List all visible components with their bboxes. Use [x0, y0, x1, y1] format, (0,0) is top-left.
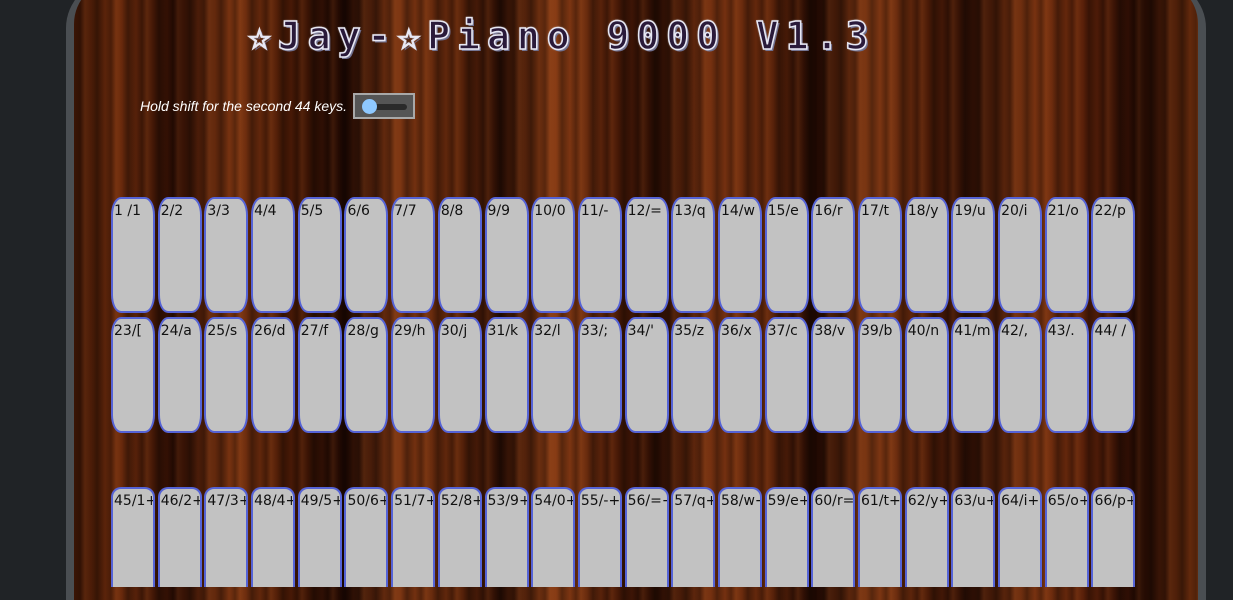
piano-key[interactable]: 2/2 [157, 197, 202, 313]
piano-key[interactable]: 65/o+ [1044, 487, 1089, 587]
piano-key[interactable]: 24/a [157, 317, 202, 433]
piano-key[interactable]: 66/p+ [1091, 487, 1136, 587]
piano-key[interactable]: 1 /1 [111, 197, 155, 313]
piano-key[interactable]: 7/7 [391, 197, 436, 313]
key-row-3: 45/1+ 46/2+ 47/3+ 48/4+ 49/5+ 50/6+ 51/7+ 52/8+… [111, 487, 1136, 587]
piano-key[interactable]: 20/i [998, 197, 1043, 313]
piano-key[interactable]: 33/; [577, 317, 622, 433]
piano-key[interactable]: 5/5 [297, 197, 342, 313]
piano-key[interactable]: 37/c [764, 317, 809, 433]
piano-key[interactable]: 30/j [437, 317, 482, 433]
piano-key[interactable]: 27/f [297, 317, 342, 433]
piano-key[interactable]: 58/w+ [717, 487, 762, 587]
piano-key[interactable]: 34/' [624, 317, 669, 433]
piano-key[interactable]: 61/t+ [858, 487, 902, 587]
piano-key[interactable]: 42/, [998, 317, 1043, 433]
piano-key[interactable]: 19/u [951, 197, 996, 313]
piano-key[interactable]: 41/m [951, 317, 996, 433]
piano-key[interactable]: 9/9 [484, 197, 529, 313]
piano-key[interactable]: 40/n [904, 317, 949, 433]
piano-key[interactable]: 62/y+ [904, 487, 949, 587]
piano-key[interactable]: 3/3 [204, 197, 249, 313]
key-row-1: 1 /1 2/2 3/3 4/4 5/5 6/6 7/7 8/8 9/9 10/0 11/- 12/=… [111, 197, 1136, 313]
piano-key[interactable]: 43/. [1044, 317, 1089, 433]
piano-key[interactable]: 47/3+ [204, 487, 249, 587]
piano-key[interactable]: 28/g [344, 317, 389, 433]
piano-key[interactable]: 36/x [717, 317, 762, 433]
piano-key[interactable]: 26/d [251, 317, 296, 433]
piano-key[interactable]: 48/4+ [251, 487, 296, 587]
piano-key[interactable]: 57/q+ [671, 487, 716, 587]
piano-key[interactable]: 59/e+ [764, 487, 809, 587]
piano-key[interactable]: 45/1+ [111, 487, 155, 587]
piano-key[interactable]: 23/[ [111, 317, 155, 433]
piano-key[interactable]: 51/7+ [391, 487, 436, 587]
piano-key[interactable]: 17/t [858, 197, 902, 313]
piano-key[interactable]: 63/u+ [951, 487, 996, 587]
piano-key[interactable]: 54/0+ [531, 487, 576, 587]
piano-key[interactable]: 13/q [671, 197, 716, 313]
piano-key[interactable]: 32/l [531, 317, 576, 433]
key-row-2: 23/[24/a 25/s 26/d 27/f 28/g 29/h 30/j 31/k 32/l… [111, 317, 1136, 433]
piano-key[interactable]: 10/0 [531, 197, 576, 313]
piano-key[interactable]: 44/ / [1091, 317, 1136, 433]
piano-key[interactable]: 38/v [811, 317, 856, 433]
piano-key[interactable]: 22/p [1091, 197, 1136, 313]
piano-key[interactable]: 60/r= [811, 487, 856, 587]
piano-key[interactable]: 53/9+ [484, 487, 529, 587]
piano-key[interactable]: 31/k [484, 317, 529, 433]
piano-key[interactable]: 25/s [204, 317, 249, 433]
toggle-knob[interactable] [362, 99, 377, 114]
piano-key[interactable]: 46/2+ [157, 487, 202, 587]
piano-key[interactable]: 18/y [904, 197, 949, 313]
shift-toggle-row: Hold shift for the second 44 keys. [140, 92, 415, 120]
piano-key[interactable]: 15/e [764, 197, 809, 313]
piano-key[interactable]: 14/w [717, 197, 762, 313]
piano-key[interactable]: 21/o [1044, 197, 1089, 313]
piano-key[interactable]: 6/6 [344, 197, 389, 313]
shift-toggle-switch[interactable] [353, 93, 415, 119]
shift-hint-label: Hold shift for the second 44 keys. [140, 98, 347, 114]
piano-key[interactable]: 55/-+ [577, 487, 622, 587]
piano-key[interactable]: 50/6+ [344, 487, 389, 587]
app-title: ☆Jay-☆Piano 9000 V1.3 [247, 13, 876, 59]
piano-key[interactable]: 4/4 [251, 197, 296, 313]
piano-key[interactable]: 16/r [811, 197, 856, 313]
piano-key[interactable]: 8/8 [437, 197, 482, 313]
piano-key[interactable]: 52/8+ [437, 487, 482, 587]
piano-key[interactable]: 29/h [391, 317, 436, 433]
piano-key[interactable]: 49/5+ [297, 487, 342, 587]
piano-key[interactable]: 56/=+ [624, 487, 669, 587]
piano-key[interactable]: 12/= [624, 197, 669, 313]
piano-key[interactable]: 39/b [858, 317, 902, 433]
piano-key[interactable]: 35/z [671, 317, 716, 433]
piano-key[interactable]: 64/i+ [998, 487, 1043, 587]
piano-key[interactable]: 11/- [577, 197, 622, 313]
